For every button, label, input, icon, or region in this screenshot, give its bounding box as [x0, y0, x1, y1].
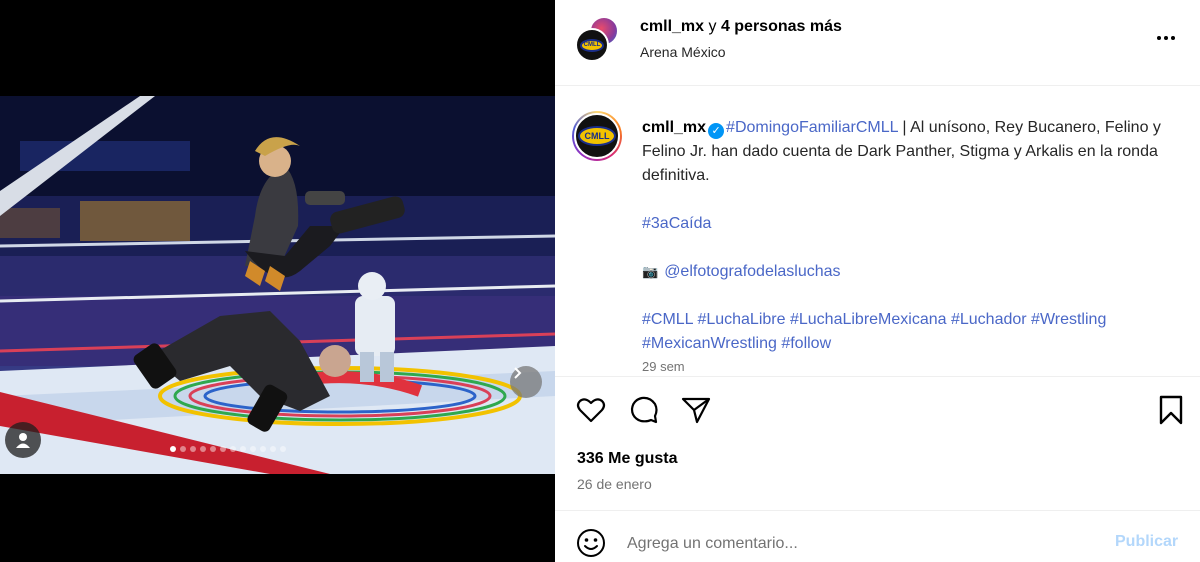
hashtag-link[interactable]: #Wrestling	[1031, 311, 1106, 328]
caption-avatar-inner: CMLL	[574, 113, 620, 159]
cmll-logo: CMLL	[578, 126, 616, 146]
carousel-dot	[210, 446, 216, 452]
bookmark-icon[interactable]	[1155, 394, 1187, 426]
carousel-dot	[200, 446, 206, 452]
hashtag-link[interactable]: #3aCaída	[642, 215, 711, 232]
caption-area: CMLL cmll_mx ✓ #DomingoFamiliarCMLL | Al u…	[555, 87, 1200, 375]
tagged-users-button[interactable]	[5, 422, 41, 458]
carousel-dot	[230, 446, 236, 452]
comment-icon[interactable]	[628, 394, 660, 426]
location-link[interactable]: Arena México	[640, 44, 726, 60]
camera-icon: 📷	[642, 264, 659, 279]
post-media-pane	[0, 0, 555, 562]
chevron-right-icon	[514, 367, 522, 379]
account-avatar: CMLL	[575, 28, 609, 62]
carousel-dot	[190, 446, 196, 452]
header-connector: y	[704, 18, 721, 35]
caption-paragraph: cmll_mx ✓ #DomingoFamiliarCMLL | Al uníson…	[642, 116, 1182, 188]
carousel-dot	[240, 446, 246, 452]
more-dot	[1164, 36, 1168, 40]
hashtag-link[interactable]: #MexicanWrestling	[642, 335, 777, 352]
carousel-dot	[260, 446, 266, 452]
publish-button[interactable]: Publicar	[1115, 533, 1178, 551]
caption-paragraph: 📷 @elfotografodelasluchas	[642, 260, 1182, 284]
carousel-next-button[interactable]	[510, 366, 542, 398]
caption-text: cmll_mx ✓ #DomingoFamiliarCMLL | Al uníson…	[642, 116, 1182, 356]
collaborators-link[interactable]: 4 personas más	[721, 18, 842, 35]
carousel-dot	[170, 446, 176, 452]
likes-count[interactable]: 336 Me gusta	[577, 450, 677, 468]
caption-avatar[interactable]: CMLL	[572, 111, 622, 161]
hashtag-link[interactable]: #DomingoFamiliarCMLL	[726, 119, 898, 136]
carousel-dot	[270, 446, 276, 452]
hashtag-link[interactable]: #CMLL	[642, 311, 693, 328]
comment-input[interactable]	[627, 531, 1097, 557]
post-time-ago[interactable]: 29 sem	[642, 359, 685, 374]
caption-tags: #CMLL #LuchaLibre #LuchaLibreMexicana #L…	[642, 308, 1182, 356]
caption-paragraph: #3aCaída	[642, 212, 1182, 236]
header-username[interactable]: cmll_mx	[640, 18, 704, 35]
carousel-dot	[180, 446, 186, 452]
comment-bar: Publicar	[555, 510, 1200, 562]
more-options-button[interactable]	[1151, 26, 1181, 50]
post-details-panel: CMLL cmll_mx y 4 personas más Arena Méxi…	[555, 0, 1200, 562]
carousel-dot	[220, 446, 226, 452]
actions-bar: 336 Me gusta 26 de enero	[555, 376, 1200, 506]
carousel-dot	[250, 446, 256, 452]
header-title: cmll_mx y 4 personas más	[640, 18, 842, 36]
heart-icon[interactable]	[575, 394, 607, 426]
more-dot	[1157, 36, 1161, 40]
carousel-indicator	[170, 446, 286, 452]
post-date[interactable]: 26 de enero	[577, 476, 652, 492]
share-icon[interactable]	[680, 394, 712, 426]
hashtag-link[interactable]: #LuchaLibre	[697, 311, 785, 328]
post-header: CMLL cmll_mx y 4 personas más Arena Méxi…	[555, 0, 1200, 86]
hashtag-link[interactable]: #follow	[781, 335, 831, 352]
more-dot	[1171, 36, 1175, 40]
carousel-dot	[280, 446, 286, 452]
cmll-logo: CMLL	[580, 38, 604, 52]
wrestling-photo-illustration	[0, 96, 555, 474]
collab-avatars[interactable]: CMLL	[573, 16, 625, 64]
hashtag-link[interactable]: #LuchaLibreMexicana	[790, 311, 947, 328]
hashtag-link[interactable]: #Luchador	[951, 311, 1027, 328]
photographer-mention[interactable]: @elfotografodelasluchas	[664, 263, 840, 280]
user-icon	[16, 433, 30, 448]
caption-username[interactable]: cmll_mx	[642, 119, 706, 136]
verified-badge-icon: ✓	[708, 123, 725, 139]
post-photo[interactable]	[0, 96, 555, 474]
emoji-icon[interactable]	[575, 527, 607, 559]
